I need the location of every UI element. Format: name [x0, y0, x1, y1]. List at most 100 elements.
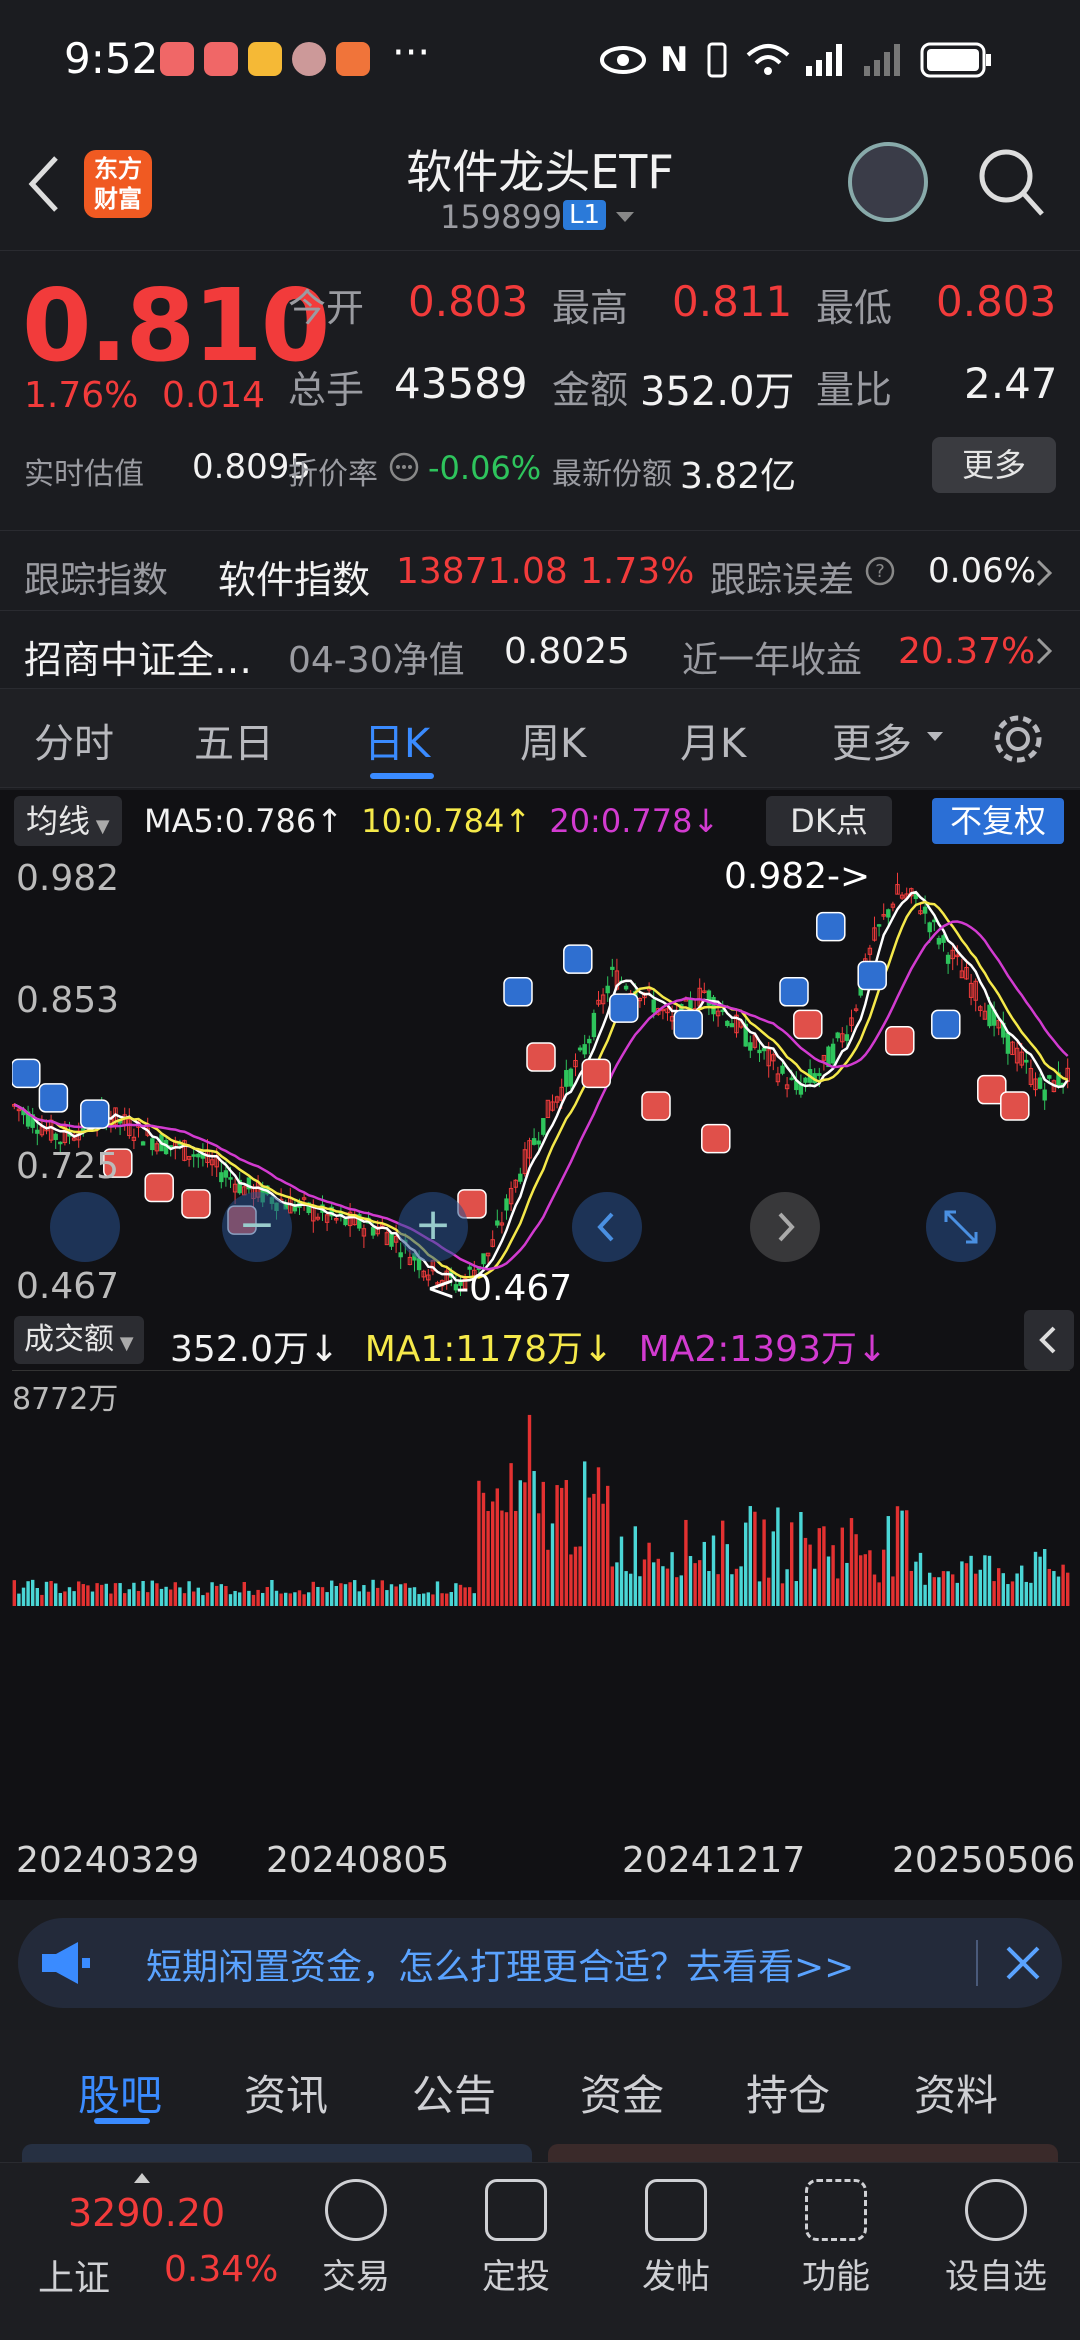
volume-bar — [1043, 1549, 1047, 1606]
scroll-right-button[interactable] — [750, 1192, 820, 1262]
candle — [1047, 1075, 1052, 1079]
candle — [53, 1133, 58, 1140]
sell-marker[interactable] — [563, 944, 593, 974]
volume-bar — [215, 1585, 219, 1606]
nav-auto-invest[interactable]: 定投 — [456, 2179, 576, 2298]
dk-point-button[interactable]: DK点 — [766, 796, 892, 846]
search-icon[interactable] — [976, 146, 1046, 220]
volume-bar — [960, 1561, 964, 1606]
fund-row[interactable]: 招商中证全… 04-30净值 0.8025 近一年收益 20.37% — [0, 610, 1080, 688]
volume-bar — [247, 1590, 251, 1606]
index-value[interactable]: 3290.20 — [68, 2191, 225, 2235]
sell-marker[interactable] — [80, 1099, 110, 1129]
buy-marker[interactable] — [701, 1123, 731, 1154]
tab-news[interactable]: 资讯 — [244, 2062, 328, 2123]
volume-bar — [872, 1574, 877, 1606]
buy-marker[interactable] — [144, 1172, 174, 1203]
nav-post[interactable]: 发帖 — [616, 2179, 736, 2298]
level-badge[interactable]: L1 — [563, 200, 607, 230]
sell-marker[interactable] — [12, 1058, 41, 1089]
sell-marker[interactable] — [38, 1083, 69, 1113]
kline-chart[interactable] — [12, 856, 1070, 1306]
tab-intraday[interactable]: 分时 — [34, 711, 114, 769]
candle — [1037, 1077, 1043, 1089]
candle — [987, 1004, 992, 1027]
tab-profile[interactable]: 资料 — [914, 2062, 998, 2123]
volume-bar — [58, 1592, 62, 1606]
index-name[interactable]: 上证 — [38, 2249, 110, 2301]
zoom-out-button[interactable] — [50, 1192, 120, 1262]
candle — [803, 1077, 808, 1083]
chevron-down-icon[interactable] — [614, 210, 636, 224]
tab-five-day[interactable]: 五日 — [194, 711, 274, 769]
volume-bar — [54, 1583, 58, 1606]
volume-bar — [868, 1550, 872, 1606]
candle — [541, 1118, 546, 1135]
volume-bar — [330, 1580, 334, 1606]
candle — [711, 996, 716, 1015]
volume-chart[interactable] — [12, 1370, 1070, 1606]
dropdown-icon[interactable] — [926, 731, 944, 743]
nav-trade[interactable]: 交易 — [296, 2179, 416, 2298]
buy-marker[interactable] — [581, 1058, 611, 1089]
tab-monthly-k[interactable]: 月K — [680, 711, 746, 769]
volume-bar — [831, 1545, 835, 1606]
volume-bar — [408, 1587, 412, 1606]
candle — [1024, 1059, 1029, 1063]
adjust-mode-button[interactable]: 不复权 — [932, 798, 1064, 844]
nav-watchlist[interactable]: 设自选 — [936, 2179, 1056, 2298]
tab-announcements[interactable]: 公告 — [412, 2062, 496, 2123]
more-info-icon[interactable] — [388, 451, 420, 483]
volume-bar — [978, 1569, 982, 1606]
tab-daily-k[interactable]: 日K — [364, 711, 430, 769]
sell-marker[interactable] — [503, 977, 533, 1007]
settings-gear-icon[interactable] — [990, 711, 1046, 767]
buy-marker[interactable] — [1000, 1091, 1030, 1121]
sell-marker[interactable] — [779, 977, 809, 1007]
volume-bar — [431, 1594, 435, 1606]
volume-bar — [81, 1584, 85, 1606]
ma-selector[interactable]: 均线 ▼ — [14, 796, 122, 846]
candle — [757, 1049, 762, 1054]
content-tab-indicator — [94, 2118, 150, 2124]
tab-more[interactable]: 更多 — [832, 711, 912, 769]
volume-bar — [854, 1534, 858, 1606]
sell-marker[interactable] — [931, 1009, 961, 1040]
buy-marker[interactable] — [885, 1025, 915, 1056]
buy-marker[interactable] — [181, 1189, 211, 1219]
volume-bar — [619, 1536, 624, 1606]
fullscreen-button[interactable] — [926, 1192, 996, 1262]
tab-funds-flow[interactable]: 资金 — [580, 2062, 664, 2123]
sell-marker[interactable] — [673, 1009, 703, 1040]
more-button[interactable]: 更多 — [932, 437, 1056, 493]
tab-weekly-k[interactable]: 周K — [520, 711, 586, 769]
volume-bar — [1052, 1571, 1056, 1606]
sell-marker[interactable] — [816, 911, 846, 942]
tab-guba[interactable]: 股吧 — [78, 2062, 162, 2123]
help-icon[interactable]: ? — [864, 555, 896, 587]
volume-bar — [974, 1573, 978, 1606]
buy-marker[interactable] — [793, 1009, 823, 1040]
sell-marker[interactable] — [857, 960, 887, 991]
buy-marker[interactable] — [641, 1091, 671, 1121]
volume-ma1: MA1:1178万↓ — [364, 1329, 614, 1370]
nav-functions[interactable]: 功能 — [776, 2179, 896, 2298]
volume-bar — [790, 1522, 794, 1606]
robot-assistant-icon[interactable] — [848, 142, 928, 222]
promo-banner[interactable]: 短期闲置资金，怎么打理更合适？去看看>> — [18, 1918, 1062, 2008]
volume-selector[interactable]: 成交额 ▼ — [14, 1316, 144, 1364]
tab-holdings[interactable]: 持仓 — [746, 2062, 830, 2123]
tracking-row[interactable]: 跟踪指数 软件指数 13871.08 1.73% 跟踪误差 ? 0.06% — [0, 530, 1080, 610]
minus-button[interactable]: − — [222, 1192, 292, 1262]
collapse-button[interactable] — [1024, 1310, 1074, 1370]
volume-bar — [771, 1531, 775, 1606]
volume-bar — [164, 1586, 168, 1606]
buy-marker[interactable] — [526, 1042, 556, 1072]
scroll-left-button[interactable] — [572, 1192, 642, 1262]
close-icon[interactable] — [1004, 1944, 1042, 1982]
sell-marker[interactable] — [609, 993, 639, 1023]
volume-bar — [251, 1594, 256, 1606]
plus-button[interactable]: + — [398, 1192, 468, 1262]
index-pct[interactable]: 0.34% — [164, 2249, 278, 2290]
volume-bar — [31, 1579, 35, 1606]
